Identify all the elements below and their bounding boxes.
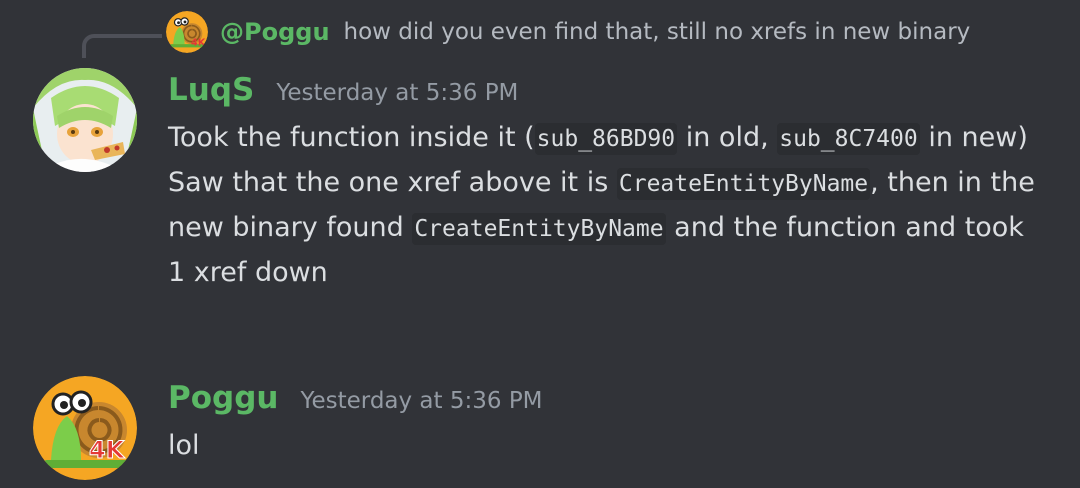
reply-avatar-poggu[interactable]: 4K <box>166 11 208 53</box>
message-header: Poggu Yesterday at 5:36 PM <box>168 380 1050 424</box>
message-line-1: Took the function inside it (sub_86BD90 … <box>168 116 1048 161</box>
message-line-2: Saw that the one xref above it is Create… <box>168 161 1048 295</box>
inline-code: CreateEntityByName <box>412 213 666 245</box>
text-segment: in new) <box>919 122 1028 153</box>
message-content-luqs[interactable]: Took the function inside it (sub_86BD90 … <box>168 116 1048 295</box>
inline-code: CreateEntityByName <box>616 168 871 200</box>
text-segment: in old, <box>677 122 778 153</box>
message-body-poggu: Poggu Yesterday at 5:36 PM lol <box>168 380 1050 468</box>
reply-badge: 4K <box>191 38 206 49</box>
reply-reference[interactable]: 4K @Poggu how did you even find that, st… <box>166 10 970 54</box>
avatar-luqs[interactable] <box>33 68 137 172</box>
reply-text[interactable]: how did you even find that, still no xre… <box>344 19 971 45</box>
message-header: LuqS Yesterday at 5:36 PM <box>168 72 1050 116</box>
inline-code: sub_86BD90 <box>534 123 678 155</box>
timestamp-poggu[interactable]: Yesterday at 5:36 PM <box>300 388 542 414</box>
timestamp-luqs[interactable]: Yesterday at 5:36 PM <box>276 80 518 106</box>
avatar-badge: 4K <box>89 436 126 464</box>
username-poggu[interactable]: Poggu <box>168 380 278 416</box>
text-segment: Took the function inside it ( <box>168 122 535 153</box>
username-luqs[interactable]: LuqS <box>168 72 254 108</box>
message-body-luqs: LuqS Yesterday at 5:36 PM Took the funct… <box>168 72 1050 295</box>
inline-code: sub_8C7400 <box>777 123 920 155</box>
text-segment: Saw that the one xref above it is <box>168 167 617 198</box>
avatar-poggu[interactable]: 4K <box>33 376 137 480</box>
message-content-poggu[interactable]: lol <box>168 424 1048 468</box>
reply-spine <box>82 34 162 58</box>
reply-author[interactable]: @Poggu <box>220 18 330 46</box>
